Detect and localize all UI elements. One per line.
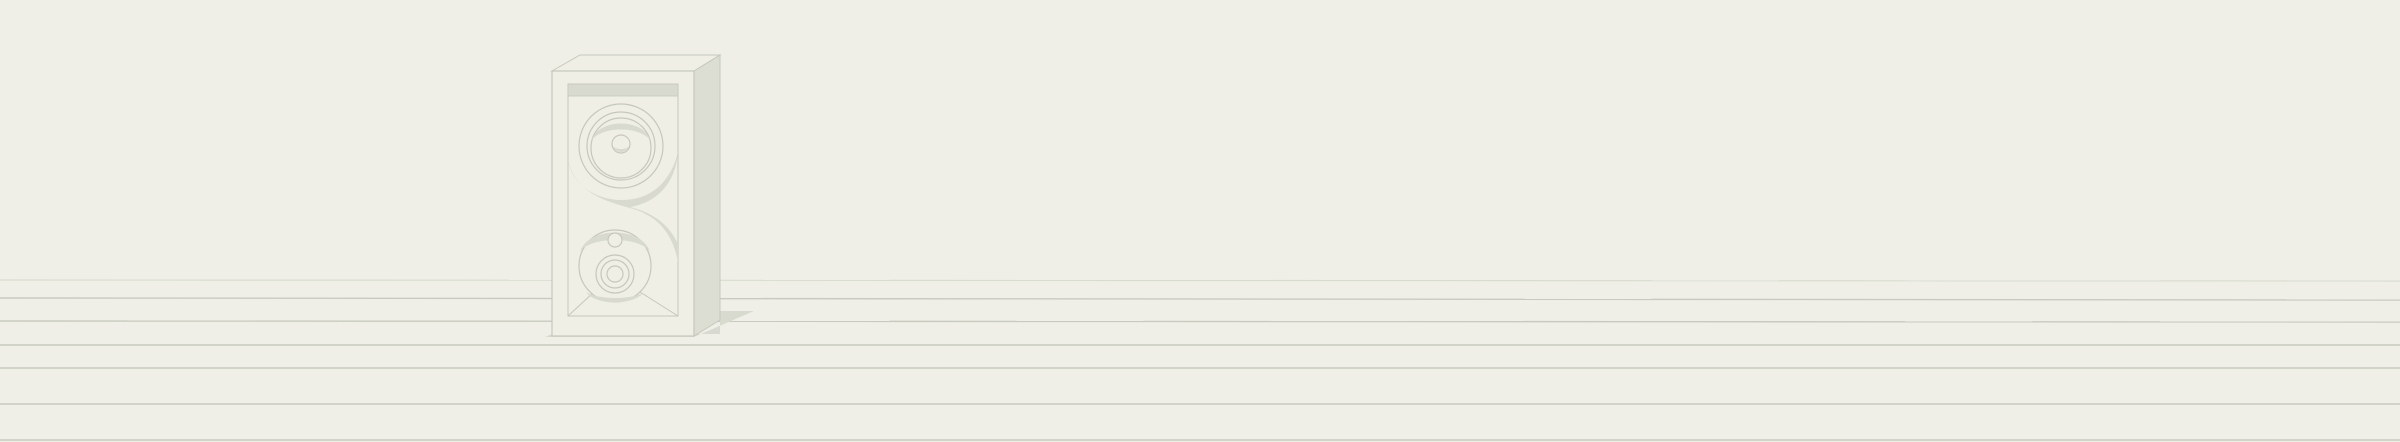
floor-lines — [0, 279, 2400, 441]
cabinet-top — [550, 54, 722, 72]
tweeter-dome — [606, 265, 624, 283]
cabinet-side — [693, 54, 721, 337]
woofer — [578, 103, 664, 189]
speaker-scene — [0, 0, 2400, 442]
floor-line — [0, 297, 2400, 301]
floor-line — [0, 279, 2400, 282]
floor-line — [0, 320, 2400, 323]
cabinet-top-band — [567, 83, 679, 97]
tweeter-port — [607, 232, 623, 248]
speaker-illustration — [0, 54, 2400, 441]
speaker-cabinet — [545, 54, 754, 337]
tweeter — [578, 229, 652, 303]
